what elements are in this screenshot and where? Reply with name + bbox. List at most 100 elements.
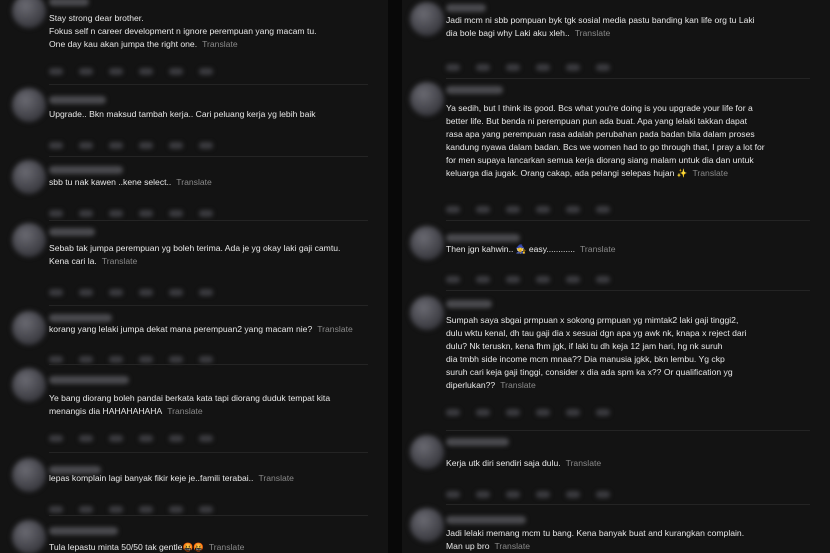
translate-link[interactable]: Translate — [500, 380, 536, 390]
avatar[interactable] — [410, 435, 444, 469]
translate-link[interactable]: Translate — [575, 28, 611, 38]
commenter-name-blurred[interactable] — [446, 300, 492, 308]
action-icon[interactable] — [169, 68, 183, 75]
comment-actions-blurred[interactable] — [49, 500, 229, 513]
action-icon[interactable] — [79, 506, 93, 513]
avatar[interactable] — [410, 296, 444, 330]
action-icon[interactable] — [476, 64, 490, 71]
avatar[interactable] — [410, 2, 444, 36]
action-icon[interactable] — [79, 435, 93, 442]
action-icon[interactable] — [536, 491, 550, 498]
action-icon[interactable] — [596, 491, 610, 498]
action-icon[interactable] — [109, 506, 123, 513]
avatar[interactable] — [12, 458, 46, 492]
action-icon[interactable] — [199, 68, 213, 75]
action-icon[interactable] — [169, 506, 183, 513]
action-icon[interactable] — [199, 210, 213, 217]
action-icon[interactable] — [49, 142, 63, 149]
action-icon[interactable] — [476, 276, 490, 283]
action-icon[interactable] — [139, 142, 153, 149]
action-icon[interactable] — [49, 289, 63, 296]
commenter-name-blurred[interactable] — [49, 0, 89, 6]
commenter-name-blurred[interactable] — [49, 166, 123, 174]
comment-actions-blurred[interactable] — [49, 350, 229, 363]
commenter-name-blurred[interactable] — [446, 86, 503, 94]
action-icon[interactable] — [506, 409, 520, 416]
commenter-name-blurred[interactable] — [49, 314, 112, 322]
comment-actions-blurred[interactable] — [446, 403, 626, 416]
comment-actions-blurred[interactable] — [446, 58, 626, 71]
comment-actions-blurred[interactable] — [49, 204, 229, 217]
action-icon[interactable] — [566, 491, 580, 498]
action-icon[interactable] — [566, 206, 580, 213]
comment-actions-blurred[interactable] — [49, 283, 229, 296]
avatar[interactable] — [410, 226, 444, 260]
action-icon[interactable] — [109, 435, 123, 442]
commenter-name-blurred[interactable] — [446, 234, 520, 242]
action-icon[interactable] — [49, 356, 63, 363]
action-icon[interactable] — [139, 435, 153, 442]
action-icon[interactable] — [169, 289, 183, 296]
action-icon[interactable] — [476, 206, 490, 213]
action-icon[interactable] — [109, 210, 123, 217]
action-icon[interactable] — [446, 64, 460, 71]
avatar[interactable] — [12, 368, 46, 402]
avatar[interactable] — [12, 520, 46, 553]
action-icon[interactable] — [49, 210, 63, 217]
action-icon[interactable] — [476, 409, 490, 416]
action-icon[interactable] — [109, 68, 123, 75]
action-icon[interactable] — [199, 356, 213, 363]
action-icon[interactable] — [199, 289, 213, 296]
action-icon[interactable] — [79, 68, 93, 75]
action-icon[interactable] — [596, 276, 610, 283]
action-icon[interactable] — [79, 356, 93, 363]
translate-link[interactable]: Translate — [566, 458, 602, 468]
commenter-name-blurred[interactable] — [49, 228, 95, 236]
comment-actions-blurred[interactable] — [49, 429, 229, 442]
action-icon[interactable] — [199, 506, 213, 513]
action-icon[interactable] — [169, 435, 183, 442]
comment-actions-blurred[interactable] — [49, 62, 229, 75]
commenter-name-blurred[interactable] — [49, 376, 129, 384]
action-icon[interactable] — [139, 68, 153, 75]
action-icon[interactable] — [566, 409, 580, 416]
action-icon[interactable] — [109, 289, 123, 296]
action-icon[interactable] — [506, 64, 520, 71]
action-icon[interactable] — [446, 276, 460, 283]
action-icon[interactable] — [506, 276, 520, 283]
translate-link[interactable]: Translate — [317, 324, 353, 334]
translate-link[interactable]: Translate — [258, 473, 294, 483]
comment-actions-blurred[interactable] — [49, 136, 229, 149]
action-icon[interactable] — [169, 142, 183, 149]
action-icon[interactable] — [506, 206, 520, 213]
action-icon[interactable] — [536, 206, 550, 213]
action-icon[interactable] — [536, 409, 550, 416]
action-icon[interactable] — [49, 68, 63, 75]
action-icon[interactable] — [566, 276, 580, 283]
avatar[interactable] — [410, 82, 444, 116]
action-icon[interactable] — [49, 506, 63, 513]
action-icon[interactable] — [79, 210, 93, 217]
action-icon[interactable] — [446, 206, 460, 213]
comment-actions-blurred[interactable] — [446, 485, 626, 498]
translate-link[interactable]: Translate — [202, 39, 238, 49]
avatar[interactable] — [12, 0, 46, 28]
action-icon[interactable] — [476, 491, 490, 498]
translate-link[interactable]: Translate — [167, 406, 203, 416]
avatar[interactable] — [410, 508, 444, 542]
action-icon[interactable] — [199, 435, 213, 442]
action-icon[interactable] — [49, 435, 63, 442]
action-icon[interactable] — [139, 289, 153, 296]
action-icon[interactable] — [596, 409, 610, 416]
action-icon[interactable] — [446, 491, 460, 498]
action-icon[interactable] — [596, 206, 610, 213]
avatar[interactable] — [12, 311, 46, 345]
action-icon[interactable] — [446, 409, 460, 416]
commenter-name-blurred[interactable] — [49, 527, 118, 535]
commenter-name-blurred[interactable] — [446, 438, 509, 446]
action-icon[interactable] — [169, 210, 183, 217]
action-icon[interactable] — [596, 64, 610, 71]
commenter-name-blurred[interactable] — [446, 4, 486, 12]
action-icon[interactable] — [79, 142, 93, 149]
action-icon[interactable] — [566, 64, 580, 71]
